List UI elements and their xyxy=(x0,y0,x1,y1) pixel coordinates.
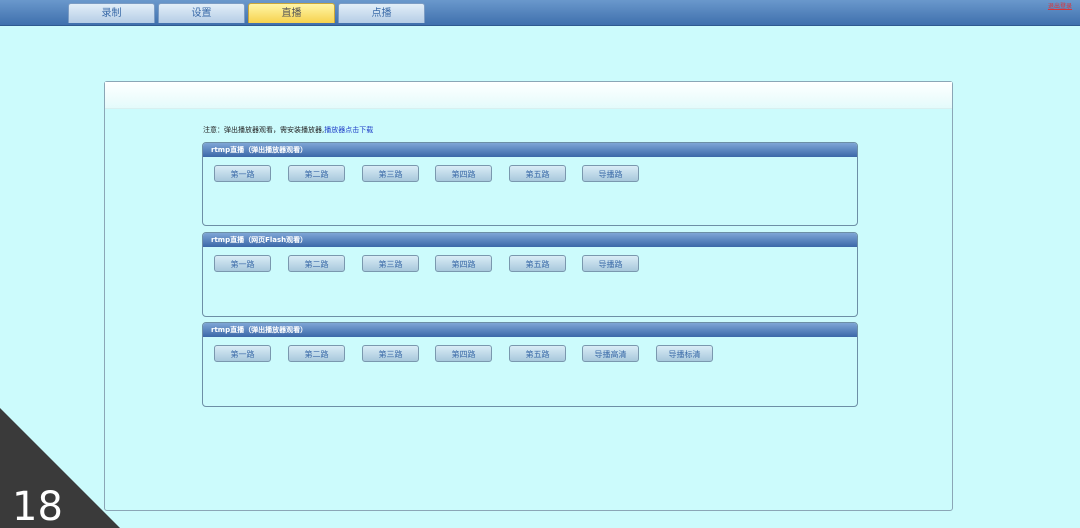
stream-2-button[interactable]: 第二路 xyxy=(288,255,345,272)
live-group-popup-player: rtmp直播（弹出播放器观看） 第一路 第二路 第三路 第四路 第五路 导播路 xyxy=(202,142,858,226)
player-download-link[interactable]: 播放器点击下载 xyxy=(324,126,373,134)
panel-header xyxy=(105,82,952,109)
logout-link[interactable]: 退出登录 xyxy=(1048,1,1072,10)
stream-3-button[interactable]: 第三路 xyxy=(362,255,419,272)
stream-3-button[interactable]: 第三路 xyxy=(362,345,419,362)
stream-5-button[interactable]: 第五路 xyxy=(509,255,566,272)
tab-record[interactable]: 录制 xyxy=(68,3,155,23)
tab-live[interactable]: 直播 xyxy=(248,3,335,23)
stream-4-button[interactable]: 第四路 xyxy=(435,255,492,272)
stream-2-button[interactable]: 第二路 xyxy=(288,165,345,182)
player-notice: 注意：弹出播放器观看，需安装播放器,播放器点击下载 xyxy=(203,125,373,135)
group-title: rtmp直播（弹出播放器观看） xyxy=(203,323,857,337)
tab-vod[interactable]: 点播 xyxy=(338,3,425,23)
live-group-popup-player-hd: rtmp直播（弹出播放器观看） 第一路 第二路 第三路 第四路 第五路 导播高清… xyxy=(202,322,858,407)
badge-number: 18 xyxy=(12,484,63,528)
top-tab-bar: 录制 设置 直播 点播 退出登录 xyxy=(0,0,1080,26)
stream-5-button[interactable]: 第五路 xyxy=(509,165,566,182)
director-stream-button[interactable]: 导播路 xyxy=(582,255,639,272)
tab-settings[interactable]: 设置 xyxy=(158,3,245,23)
corner-badge: 18 xyxy=(0,408,120,528)
director-stream-button[interactable]: 导播路 xyxy=(582,165,639,182)
stream-4-button[interactable]: 第四路 xyxy=(435,345,492,362)
group-title: rtmp直播（网页Flash观看） xyxy=(203,233,857,247)
stream-4-button[interactable]: 第四路 xyxy=(435,165,492,182)
live-group-web-flash: rtmp直播（网页Flash观看） 第一路 第二路 第三路 第四路 第五路 导播… xyxy=(202,232,858,317)
stream-1-button[interactable]: 第一路 xyxy=(214,255,271,272)
stream-5-button[interactable]: 第五路 xyxy=(509,345,566,362)
group-title: rtmp直播（弹出播放器观看） xyxy=(203,143,857,157)
stream-3-button[interactable]: 第三路 xyxy=(362,165,419,182)
director-sd-button[interactable]: 导播标清 xyxy=(656,345,713,362)
stream-1-button[interactable]: 第一路 xyxy=(214,165,271,182)
notice-text: 注意：弹出播放器观看，需安装播放器, xyxy=(203,126,325,134)
stream-1-button[interactable]: 第一路 xyxy=(214,345,271,362)
director-hd-button[interactable]: 导播高清 xyxy=(582,345,639,362)
stream-2-button[interactable]: 第二路 xyxy=(288,345,345,362)
